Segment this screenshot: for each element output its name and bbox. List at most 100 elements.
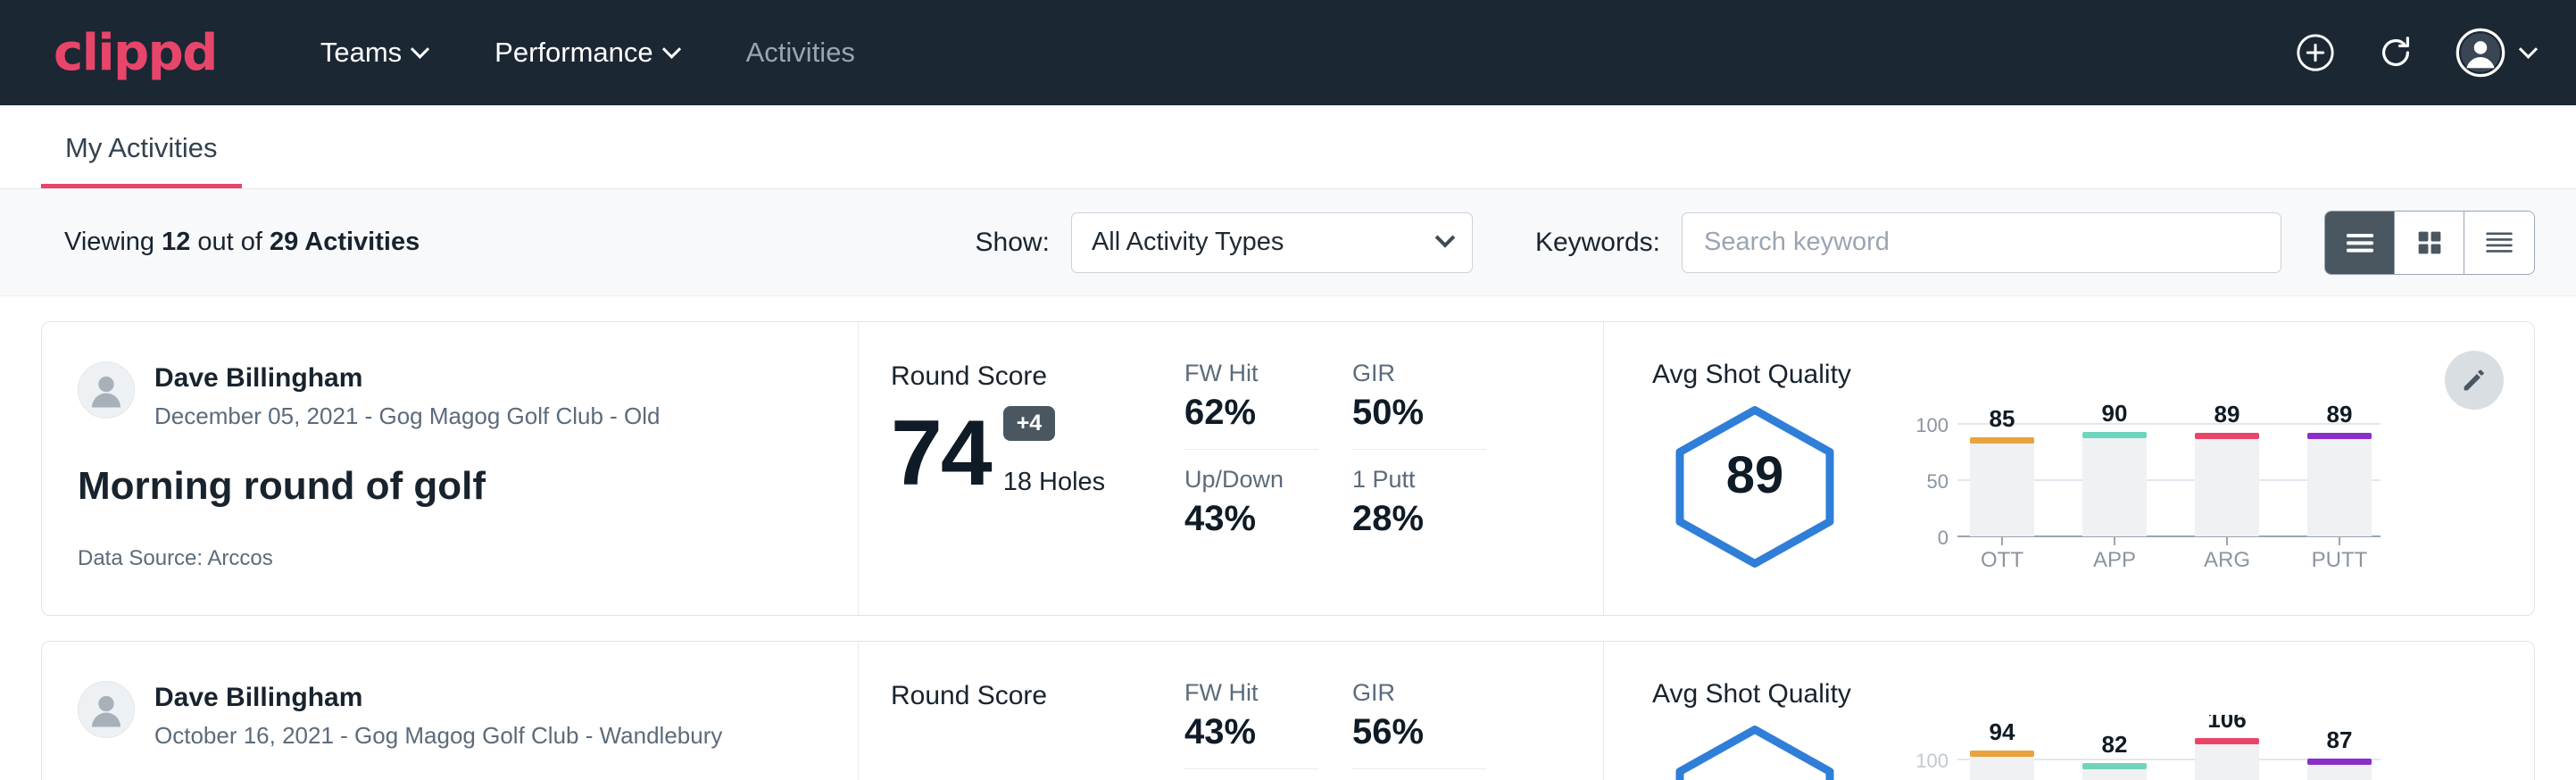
stat-value: 43% [1184, 712, 1318, 752]
activities-toolbar: Viewing 12 out of 29 Activities Show: Al… [0, 189, 2576, 296]
avatar [78, 361, 135, 419]
tab-my-activities[interactable]: My Activities [41, 132, 242, 188]
svg-text:90: 90 [2102, 400, 2128, 427]
chevron-down-icon [1438, 228, 1452, 257]
avg-shot-quality-label: Avg Shot Quality [1652, 679, 2534, 709]
stat-value: 43% [1184, 499, 1318, 539]
show-label: Show: [976, 228, 1050, 258]
stat-label: GIR [1352, 360, 1486, 387]
nav-item-performance[interactable]: Performance [461, 37, 711, 69]
avg-shot-quality-column: Avg Shot Quality 100 [1604, 642, 2534, 780]
svg-text:94: 94 [1990, 718, 2015, 745]
compact-list-icon [2481, 227, 2517, 259]
search-input[interactable] [1682, 212, 2281, 273]
app-logo[interactable]: clippd [54, 24, 217, 82]
stat-gir: GIR 50% [1352, 360, 1486, 450]
round-score-label: Round Score [891, 361, 1184, 392]
activity-card-list: Dave Billingham December 05, 2021 - Gog … [0, 321, 2576, 780]
edit-activity-button[interactable] [2445, 351, 2504, 410]
activity-card[interactable]: Dave Billingham December 05, 2021 - Gog … [41, 321, 2535, 616]
chevron-down-icon [2519, 39, 2538, 58]
nav-item-label: Activities [746, 37, 855, 69]
stat-value: 56% [1352, 712, 1486, 752]
svg-text:ARG: ARG [2204, 548, 2250, 572]
round-score-label: Round Score [891, 681, 1184, 711]
stat-label: Up/Down [1184, 466, 1318, 494]
avg-shot-quality-column: Avg Shot Quality 89 100 [1604, 322, 2534, 615]
avg-shot-quality-badge: 89 [1652, 404, 1857, 569]
svg-text:89: 89 [2327, 401, 2353, 427]
nav-actions [2295, 28, 2535, 78]
stats-grid: FW Hit 43% GIR 56% [1184, 642, 1604, 780]
person-icon [83, 367, 129, 413]
bar-chart: 100 50 0 85 [1888, 395, 2388, 574]
top-navigation-bar: clippd Teams Performance Activities [0, 0, 2576, 105]
stat-label: FW Hit [1184, 360, 1318, 387]
stat-value: 62% [1184, 393, 1318, 433]
score-diff-badge: +4 [1003, 406, 1056, 441]
round-score-value-row: 74 +4 18 Holes [891, 406, 1184, 497]
stat-value: 50% [1352, 393, 1486, 433]
svg-text:PUTT: PUTT [2312, 548, 2368, 572]
shot-quality-chart: 100 50 0 85 [1888, 395, 2388, 578]
keywords-group: Keywords: [1535, 212, 2281, 273]
chevron-down-icon [411, 39, 429, 58]
holes-label: 18 Holes [1003, 468, 1105, 497]
avg-shot-quality-value: 89 [1652, 445, 1857, 505]
keywords-label: Keywords: [1535, 228, 1660, 258]
round-score-value: 74 [891, 411, 991, 497]
avg-shot-quality-label: Avg Shot Quality [1652, 360, 2534, 390]
activity-info-column: Dave Billingham December 05, 2021 - Gog … [42, 322, 859, 615]
chevron-down-icon [662, 39, 681, 58]
activity-type-value: All Activity Types [1092, 228, 1284, 257]
plus-circle-icon [2295, 32, 2336, 73]
add-activity-button[interactable] [2295, 32, 2336, 73]
activity-type-select[interactable]: All Activity Types [1071, 212, 1473, 273]
activity-subtitle: October 16, 2021 - Gog Magog Golf Club -… [154, 722, 722, 750]
stats-grid: FW Hit 62% GIR 50% Up/Down 43% 1 Putt 28… [1184, 322, 1604, 615]
stat-fw-hit: FW Hit 62% [1184, 360, 1318, 450]
grid-view-button[interactable] [2395, 212, 2464, 274]
activity-card[interactable]: Dave Billingham October 16, 2021 - Gog M… [41, 641, 2535, 780]
edit-icon [2459, 365, 2489, 395]
svg-text:50: 50 [1927, 470, 1949, 493]
activity-author: Dave Billingham October 16, 2021 - Gog M… [78, 681, 822, 750]
person-icon [83, 686, 129, 733]
avatar [2456, 28, 2505, 78]
toolbar-controls: Show: All Activity Types Keywords: [976, 211, 2535, 275]
stat-fw-hit: FW Hit 43% [1184, 679, 1318, 769]
stat-gir: GIR 56% [1352, 679, 1486, 769]
compact-view-button[interactable] [2464, 212, 2534, 274]
svg-text:82: 82 [2102, 731, 2128, 758]
activity-info-column: Dave Billingham October 16, 2021 - Gog M… [42, 642, 859, 780]
round-score-column: Round Score 74 +4 18 Holes [859, 322, 1184, 615]
account-menu[interactable] [2456, 28, 2535, 78]
shot-quality-chart: 100 94 82 106 87 [1888, 715, 2388, 780]
refresh-icon [2375, 32, 2416, 73]
svg-text:100: 100 [1915, 750, 1949, 772]
avatar [78, 681, 135, 738]
grid-icon [2413, 228, 2447, 258]
activity-author: Dave Billingham December 05, 2021 - Gog … [78, 361, 822, 430]
svg-text:100: 100 [1915, 414, 1949, 436]
viewing-prefix: Viewing [64, 228, 162, 256]
activity-subtitle: December 05, 2021 - Gog Magog Golf Club … [154, 402, 661, 430]
viewing-mid: out of [190, 228, 270, 256]
nav-item-activities[interactable]: Activities [712, 37, 889, 69]
nav-item-teams[interactable]: Teams [287, 37, 461, 69]
refresh-button[interactable] [2375, 32, 2416, 73]
list-view-button[interactable] [2325, 212, 2395, 274]
bar-chart: 100 94 82 106 87 [1888, 715, 2388, 780]
stat-value: 28% [1352, 499, 1486, 539]
svg-text:0: 0 [1938, 527, 1949, 549]
viewing-count: 12 [162, 228, 190, 256]
stat-label: FW Hit [1184, 679, 1318, 707]
avg-shot-quality-badge [1652, 724, 1857, 780]
stat-up-down: Up/Down 43% [1184, 466, 1318, 548]
list-icon [2342, 228, 2378, 258]
stat-label: GIR [1352, 679, 1486, 707]
stat-label: 1 Putt [1352, 466, 1486, 494]
svg-text:87: 87 [2327, 726, 2353, 753]
activity-title: Morning round of golf [78, 464, 822, 509]
hexagon-icon [1666, 724, 1844, 780]
